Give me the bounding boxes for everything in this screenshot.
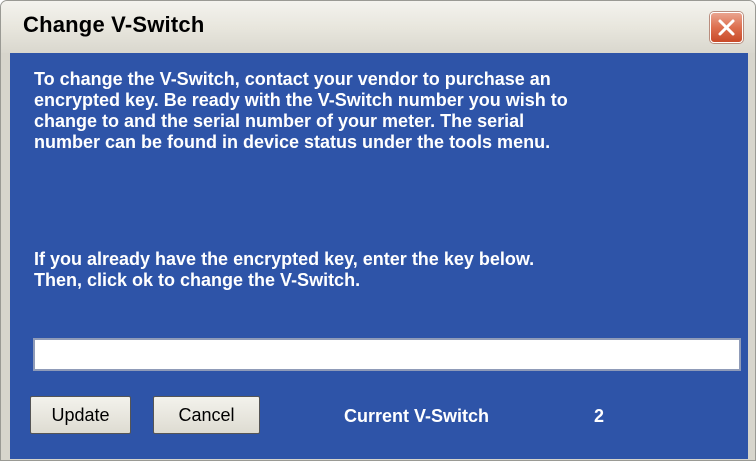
update-button[interactable]: Update (30, 396, 131, 434)
window-title: Change V-Switch (23, 12, 205, 37)
current-vswitch-label: Current V-Switch (344, 406, 490, 426)
instructions-text: To change the V-Switch, contact your ven… (34, 69, 568, 152)
close-icon (718, 19, 735, 36)
title-bar[interactable]: Change V-Switch (1, 1, 755, 53)
cancel-button[interactable]: Cancel (153, 396, 260, 434)
current-vswitch-value: 2 (594, 406, 605, 426)
key-prompt-text: If you already have the encrypted key, e… (34, 249, 535, 290)
close-button[interactable] (710, 12, 743, 43)
encrypted-key-input[interactable] (33, 338, 741, 371)
dialog-body: To change the V-Switch, contact your ven… (10, 53, 748, 459)
change-vswitch-window: Change V-Switch To change the V-Switch, … (0, 0, 756, 461)
